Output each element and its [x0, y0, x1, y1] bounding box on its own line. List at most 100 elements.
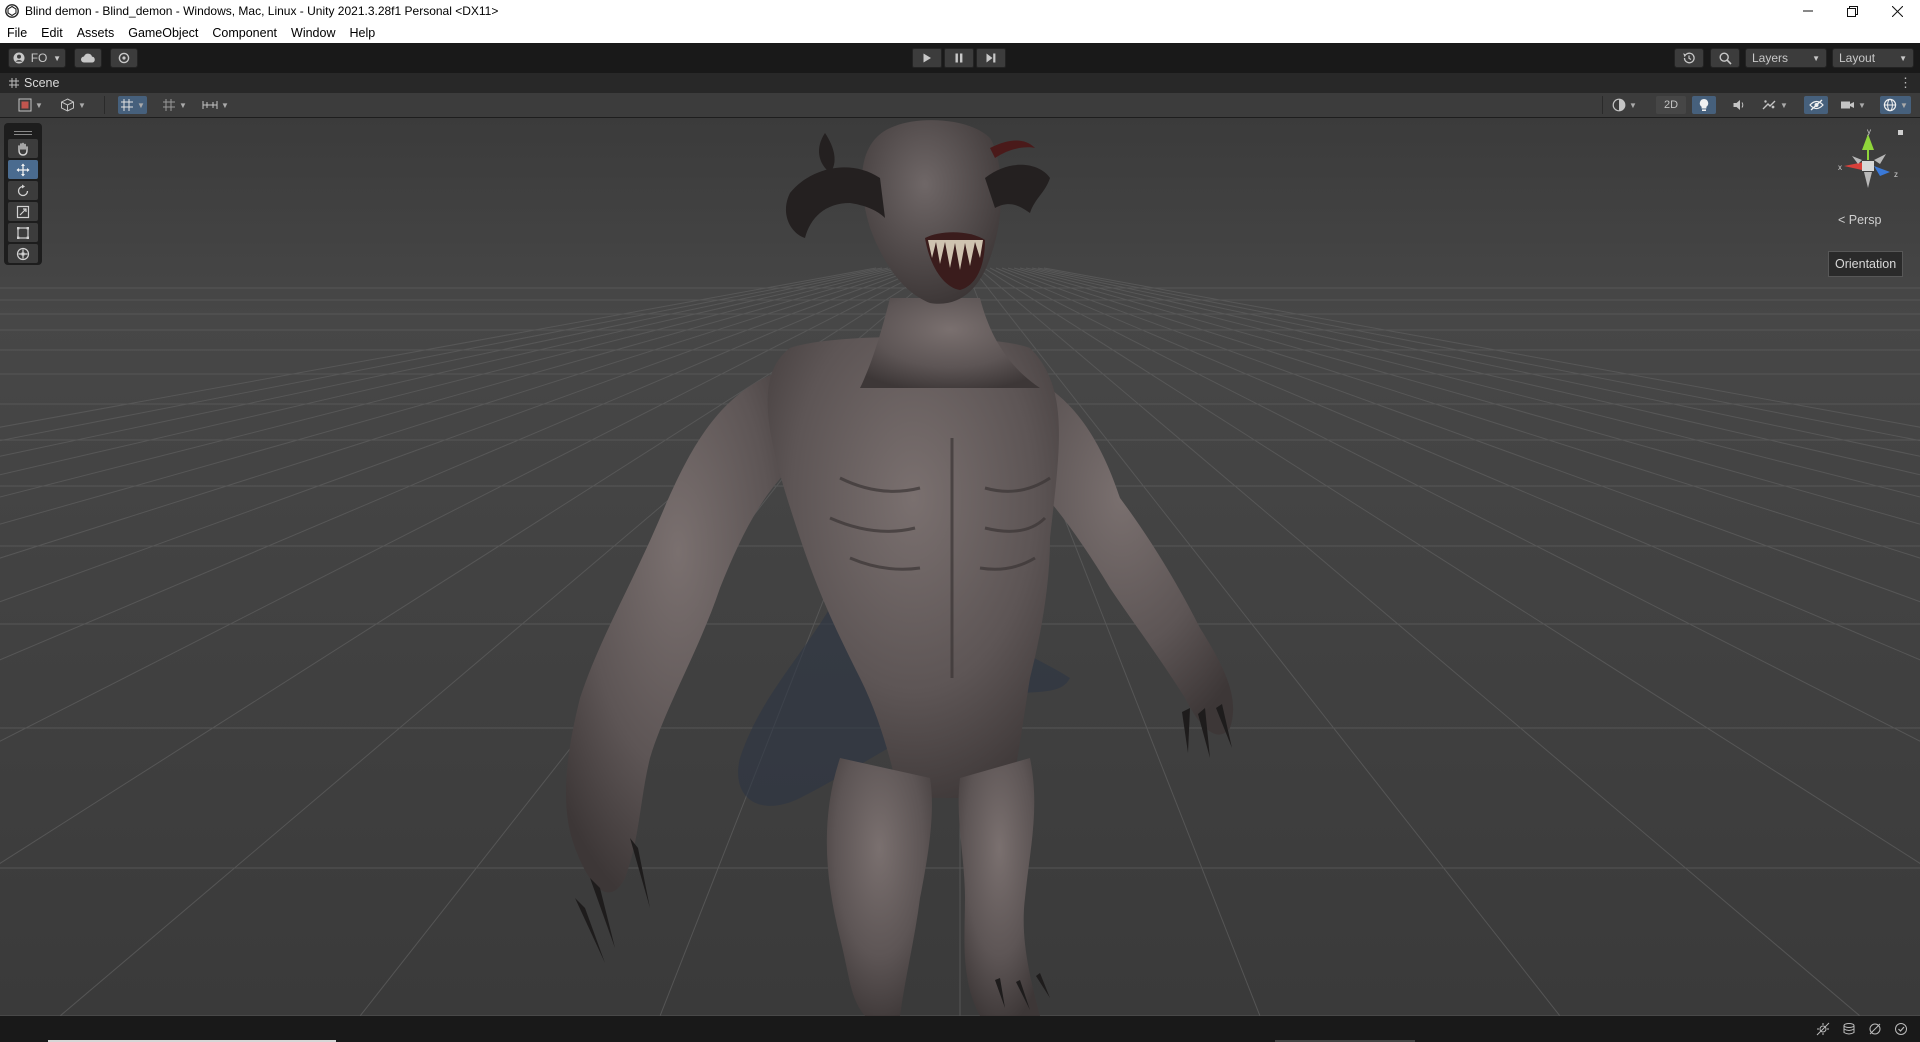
step-button[interactable]	[976, 48, 1006, 68]
layers-dropdown[interactable]: Layers ▼	[1745, 48, 1827, 68]
play-button[interactable]	[912, 48, 942, 68]
snap-grid-toggle[interactable]: ▼	[118, 96, 147, 114]
scale-icon	[16, 205, 30, 218]
gizmos-dropdown[interactable]: ▼	[1880, 96, 1911, 114]
y-axis-cone	[1862, 134, 1874, 150]
account-label: FO	[30, 51, 48, 65]
grid-icon	[9, 78, 19, 88]
rect-icon	[17, 226, 29, 239]
chevron-down-icon: ▼	[137, 100, 145, 110]
gizmo-center-cube	[1862, 161, 1874, 171]
menu-window[interactable]: Window	[284, 26, 342, 40]
progress-icon[interactable]	[1892, 1020, 1910, 1038]
close-button[interactable]	[1875, 0, 1920, 22]
visibility-icon	[1808, 99, 1824, 111]
cloud-button[interactable]	[74, 48, 102, 68]
cube-dropdown[interactable]: ▼	[60, 96, 86, 114]
orientation-gizmo[interactable]: y x z	[1818, 126, 1908, 206]
window-title-bar: Blind demon - Blind_demon - Windows, Mac…	[0, 0, 1920, 22]
play-controls	[912, 48, 1006, 68]
search-icon	[1718, 51, 1732, 65]
snap-grid-icon	[121, 99, 133, 111]
audio-toggle[interactable]	[1728, 96, 1750, 114]
restore-icon	[1847, 5, 1858, 17]
account-dropdown[interactable]: FO ▼	[8, 48, 66, 68]
menu-assets[interactable]: Assets	[70, 26, 122, 40]
cache-server-icon[interactable]	[1840, 1020, 1858, 1038]
axis-y-label: y	[1867, 127, 1871, 136]
layers-label: Layers	[1752, 51, 1789, 65]
neg-x-cone	[1874, 154, 1886, 164]
menu-component[interactable]: Component	[205, 26, 284, 40]
chevron-down-icon: ▼	[35, 100, 43, 110]
hand-tool[interactable]	[8, 139, 38, 158]
cloud-icon	[81, 53, 95, 63]
tool-palette	[4, 123, 42, 265]
move-icon	[16, 163, 30, 176]
kebab-menu-icon[interactable]: ⋮	[1899, 75, 1912, 91]
chevron-down-icon: ▼	[1900, 100, 1908, 110]
rect-tool[interactable]	[8, 223, 38, 242]
pause-icon	[955, 53, 963, 63]
menu-help[interactable]: Help	[342, 26, 382, 40]
scene-viewport[interactable]: y x z < Persp Orientation	[0, 118, 1920, 1016]
history-icon	[1683, 52, 1695, 64]
toolbar-divider	[1602, 96, 1603, 114]
chevron-down-icon: ▼	[1899, 53, 1907, 63]
undo-history-button[interactable]	[1674, 48, 1704, 68]
scale-tool[interactable]	[8, 202, 38, 221]
scene-view-toolbar: ▼ ▼ ▼ ▼ ▼ ▼ 2D ▼ ▼ ▼	[0, 93, 1920, 118]
pause-button[interactable]	[944, 48, 974, 68]
transform-tool[interactable]	[8, 244, 38, 263]
gizmos-icon	[1883, 98, 1897, 112]
close-icon	[1892, 5, 1903, 17]
drag-handle[interactable]	[14, 131, 32, 135]
increment-snap-icon	[202, 101, 218, 109]
menu-gameobject[interactable]: GameObject	[121, 26, 205, 40]
render-mode-dropdown[interactable]: ▼	[1612, 96, 1637, 114]
visibility-toggle[interactable]	[1804, 96, 1828, 114]
chevron-down-icon: ▼	[1780, 100, 1788, 110]
menu-edit[interactable]: Edit	[34, 26, 70, 40]
effects-dropdown[interactable]: ▼	[1762, 96, 1788, 114]
render-mode-icon	[1612, 98, 1626, 112]
audio-icon	[1733, 100, 1744, 110]
camera-dropdown[interactable]: ▼	[1840, 96, 1866, 114]
play-icon	[923, 53, 931, 63]
auto-generate-lighting-icon[interactable]	[1814, 1020, 1832, 1038]
move-tool[interactable]	[8, 160, 38, 179]
search-button[interactable]	[1710, 48, 1740, 68]
orientation-tooltip: Orientation	[1828, 251, 1904, 277]
grid-visibility-dropdown[interactable]: ▼	[162, 96, 187, 114]
debug-icon[interactable]	[1866, 1020, 1884, 1038]
rotate-tool[interactable]	[8, 181, 38, 200]
toolbar-divider	[104, 96, 105, 114]
lighting-icon	[1699, 99, 1709, 111]
toggle-2d-button[interactable]: 2D	[1656, 96, 1686, 114]
layout-dropdown[interactable]: Layout ▼	[1832, 48, 1914, 68]
tab-scene-label: Scene	[24, 76, 60, 90]
collab-icon	[118, 52, 130, 64]
neg-y-cone	[1864, 172, 1872, 188]
collab-button[interactable]	[110, 48, 138, 68]
layout-label: Layout	[1839, 51, 1876, 65]
menu-file[interactable]: File	[0, 26, 34, 40]
lighting-toggle[interactable]	[1692, 96, 1716, 114]
gizmo-shaded-icon	[18, 98, 32, 112]
cube-icon	[61, 98, 74, 112]
x-axis-cone	[1844, 162, 1864, 170]
tab-scene[interactable]: Scene	[0, 73, 59, 93]
rotate-icon	[17, 184, 29, 196]
chevron-down-icon: ▼	[53, 53, 61, 63]
minimize-button[interactable]	[1785, 0, 1830, 22]
effects-icon	[1762, 100, 1776, 110]
menu-bar: File Edit Assets GameObject Component Wi…	[0, 22, 1920, 44]
unity-icon	[5, 4, 19, 18]
restore-button[interactable]	[1830, 0, 1875, 22]
increment-snap-dropdown[interactable]: ▼	[202, 96, 229, 114]
step-icon	[986, 53, 996, 63]
persp-label[interactable]: < Persp	[1838, 213, 1881, 227]
chevron-down-icon: ▼	[221, 100, 229, 110]
gizmo-shaded-dropdown[interactable]: ▼	[18, 96, 43, 114]
z-axis-cone	[1874, 166, 1890, 176]
